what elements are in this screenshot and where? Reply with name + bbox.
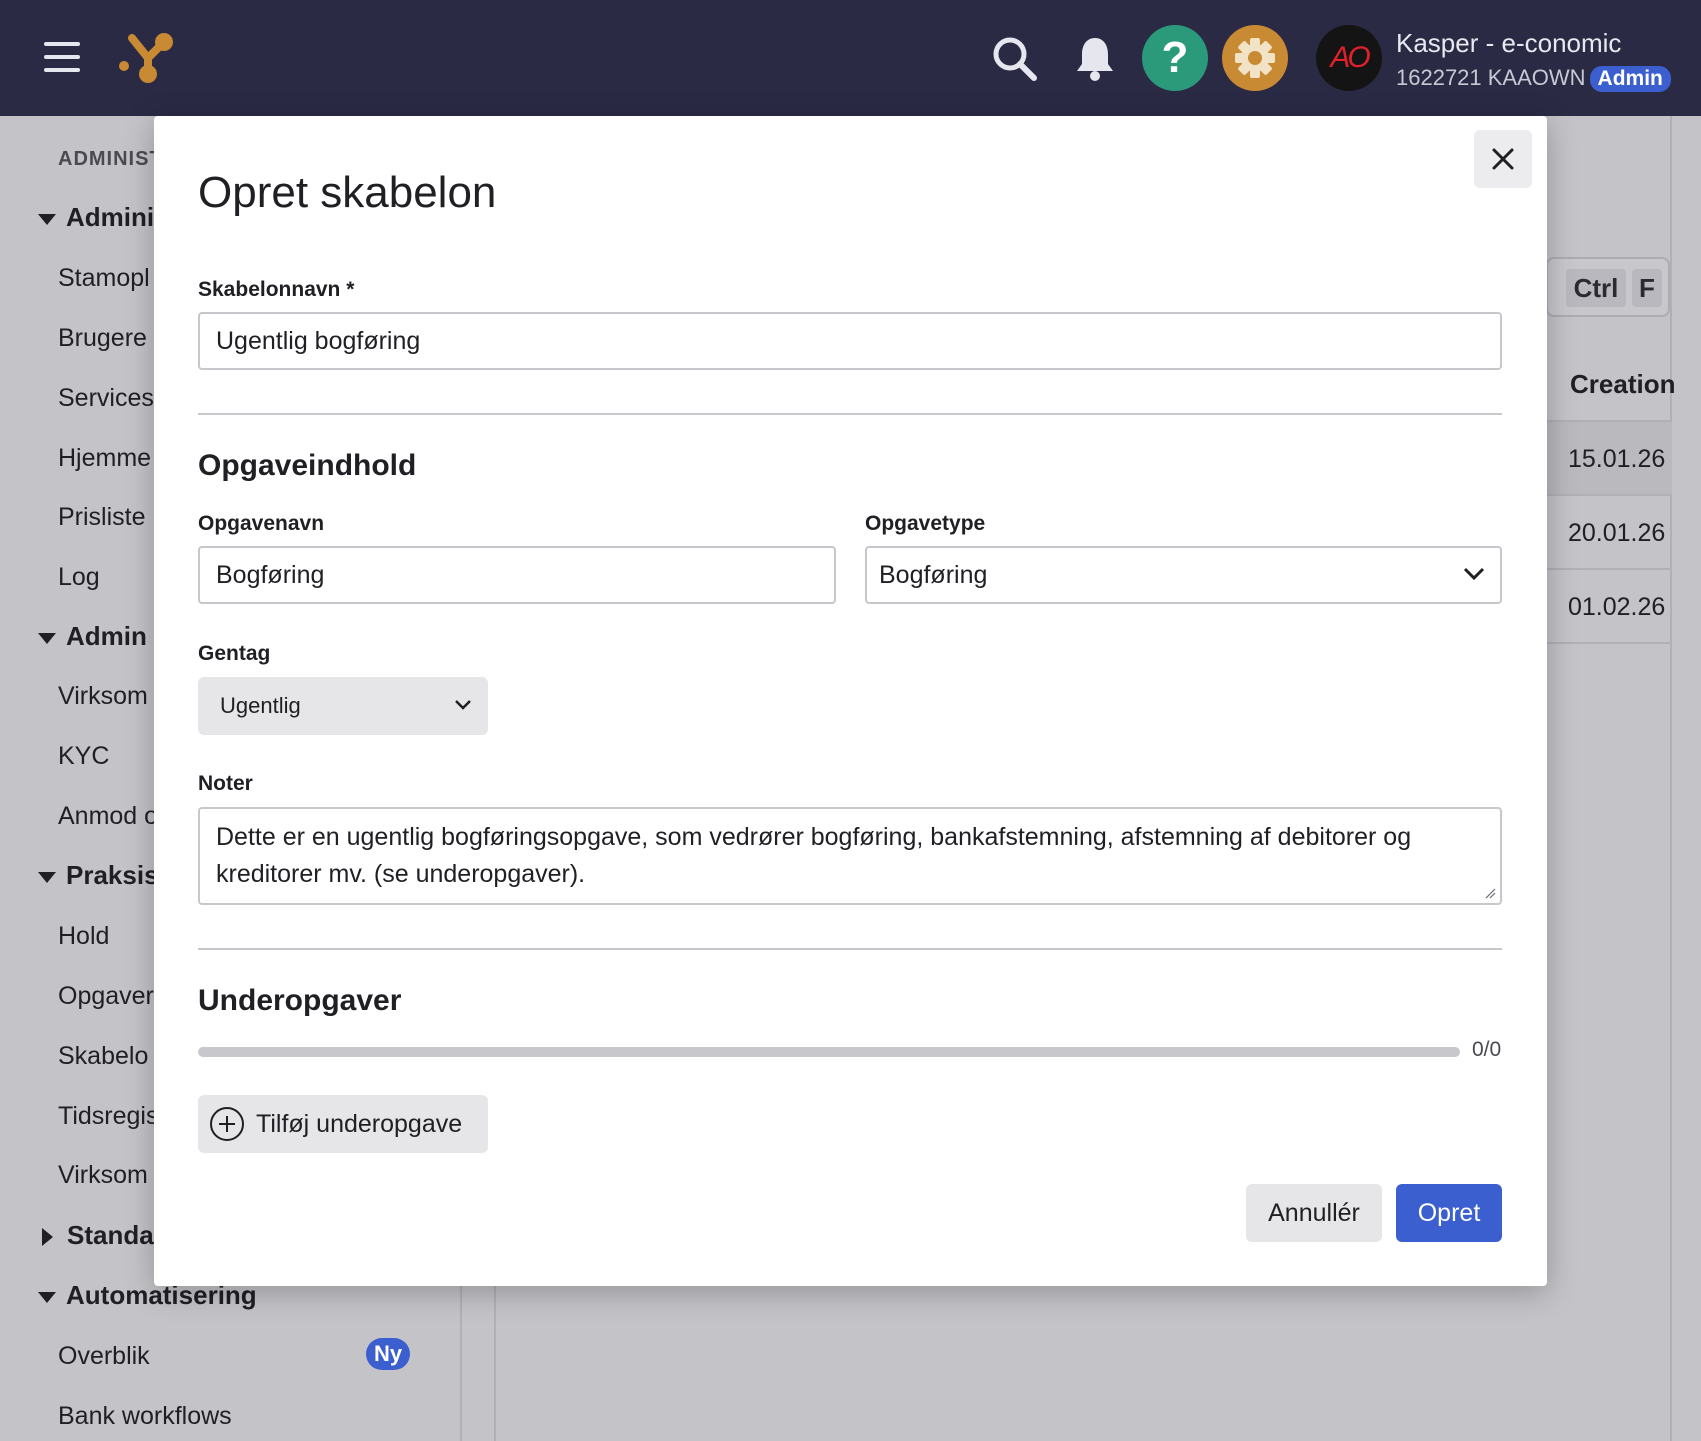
repeat-select[interactable]: Ugentlig — [198, 677, 488, 735]
app-logo[interactable] — [118, 30, 178, 86]
user-org-id: 1622721 KAAOWN — [1396, 65, 1586, 90]
subtasks-heading: Underopgaver — [198, 984, 402, 1017]
divider — [198, 413, 1502, 415]
sidebar-section-adminis[interactable]: Adminis — [38, 202, 169, 233]
task-content-heading: Opgaveindhold — [198, 449, 417, 482]
templates-table: Creation 15.01.26 20.01.26 01.02.26 — [1546, 346, 1675, 644]
table-cell: 15.01.26 — [1546, 422, 1672, 496]
task-type-label: Opgavetype — [865, 512, 986, 535]
user-org: 1622721 KAAOWN Admin — [1396, 65, 1671, 92]
top-navigation-bar: ? AO Kasper - e-conomic 1622721 KAAOWN Ad… — [0, 0, 1701, 116]
notes-textarea[interactable]: Dette er en ugentlig bogføringsopgave, s… — [198, 807, 1502, 905]
gear-icon[interactable] — [1222, 25, 1288, 91]
resize-handle-icon[interactable] — [1484, 887, 1496, 899]
sidebar-item[interactable]: Brugere — [58, 324, 147, 353]
caret-right-icon — [42, 1228, 53, 1247]
sidebar-section-praksis[interactable]: Praksis — [38, 860, 159, 891]
new-badge: Ny — [366, 1338, 411, 1370]
user-info[interactable]: Kasper - e-conomic 1622721 KAAOWN Admin — [1396, 28, 1671, 92]
sidebar-item[interactable]: Prisliste — [58, 503, 146, 532]
sidebar-item[interactable]: Services — [58, 384, 154, 413]
sidebar-item[interactable]: Virksom — [58, 1161, 148, 1190]
sidebar-item[interactable]: Hold — [58, 922, 109, 951]
repeat-value: Ugentlig — [220, 693, 301, 718]
role-badge: Admin — [1589, 66, 1671, 92]
close-button[interactable] — [1474, 130, 1532, 188]
add-subtask-button[interactable]: Tilføj underopgave — [198, 1095, 488, 1153]
chevron-down-icon — [1463, 567, 1485, 581]
sidebar-section-admin[interactable]: Admin — [38, 621, 147, 652]
search-icon[interactable] — [990, 34, 1040, 84]
create-button[interactable]: Opret — [1396, 1184, 1502, 1242]
task-name-label: Opgavenavn — [198, 512, 325, 535]
sidebar-item[interactable]: Stamopl — [58, 264, 150, 293]
divider — [198, 948, 1502, 950]
cancel-button[interactable]: Annullér — [1246, 1184, 1382, 1242]
template-name-label: Skabelonnavn * — [198, 278, 355, 301]
subtasks-progress-text: 0/0 — [1472, 1038, 1502, 1061]
sidebar-caption: ADMINIST — [58, 148, 163, 170]
sidebar-item[interactable]: Virksom — [58, 682, 148, 711]
table-cell: 20.01.26 — [1546, 496, 1672, 570]
close-icon — [1492, 148, 1514, 170]
sidebar-item[interactable]: Skabelo — [58, 1042, 148, 1071]
repeat-label: Gentag — [198, 642, 271, 665]
sidebar-item[interactable]: KYC — [58, 742, 109, 771]
template-name-input[interactable]: Ugentlig bogføring — [198, 312, 1502, 370]
task-name-input[interactable]: Bogføring — [198, 546, 836, 604]
subtasks-progress-bar — [198, 1047, 1460, 1057]
sidebar-item[interactable]: Opgaver — [58, 982, 154, 1011]
create-template-dialog: Opret skabelon Skabelonnavn * Ugentlig b… — [154, 116, 1547, 1286]
avatar[interactable]: AO — [1316, 25, 1382, 91]
f-key: F — [1632, 269, 1662, 307]
table-cell: 01.02.26 — [1546, 570, 1672, 644]
sidebar-item-bank-workflows[interactable]: Bank workflows — [58, 1402, 232, 1431]
hamburger-menu-icon[interactable] — [44, 42, 80, 72]
caret-down-icon — [38, 1291, 56, 1303]
sidebar-item-overblik[interactable]: Overblik — [58, 1342, 150, 1371]
help-icon[interactable]: ? — [1142, 25, 1208, 91]
dialog-title: Opret skabelon — [198, 168, 497, 217]
notes-label: Noter — [198, 772, 253, 795]
chevron-down-icon — [455, 700, 471, 710]
ctrl-key: Ctrl — [1566, 269, 1626, 307]
sidebar-item[interactable]: Anmod o — [58, 802, 158, 831]
sidebar-item[interactable]: Log — [58, 563, 100, 592]
sidebar-item[interactable]: Tidsregis — [58, 1102, 159, 1131]
sidebar-section-standa[interactable]: Standa — [38, 1220, 154, 1251]
add-subtask-label: Tilføj underopgave — [256, 1110, 463, 1138]
search-shortcut-box[interactable]: Ctrl F — [1546, 257, 1670, 317]
task-type-value: Bogføring — [879, 561, 988, 589]
bell-icon[interactable] — [1074, 34, 1116, 82]
user-name: Kasper - e-conomic — [1396, 28, 1622, 58]
plus-circle-icon — [210, 1107, 244, 1141]
notes-value: Dette er en ugentlig bogføringsopgave, s… — [216, 823, 1412, 888]
caret-down-icon — [38, 213, 56, 225]
sidebar-item[interactable]: Hjemme — [58, 444, 151, 473]
caret-down-icon — [38, 632, 56, 644]
task-type-select[interactable]: Bogføring — [865, 546, 1502, 604]
column-header-creation[interactable]: Creation — [1546, 346, 1675, 422]
caret-down-icon — [38, 871, 56, 883]
